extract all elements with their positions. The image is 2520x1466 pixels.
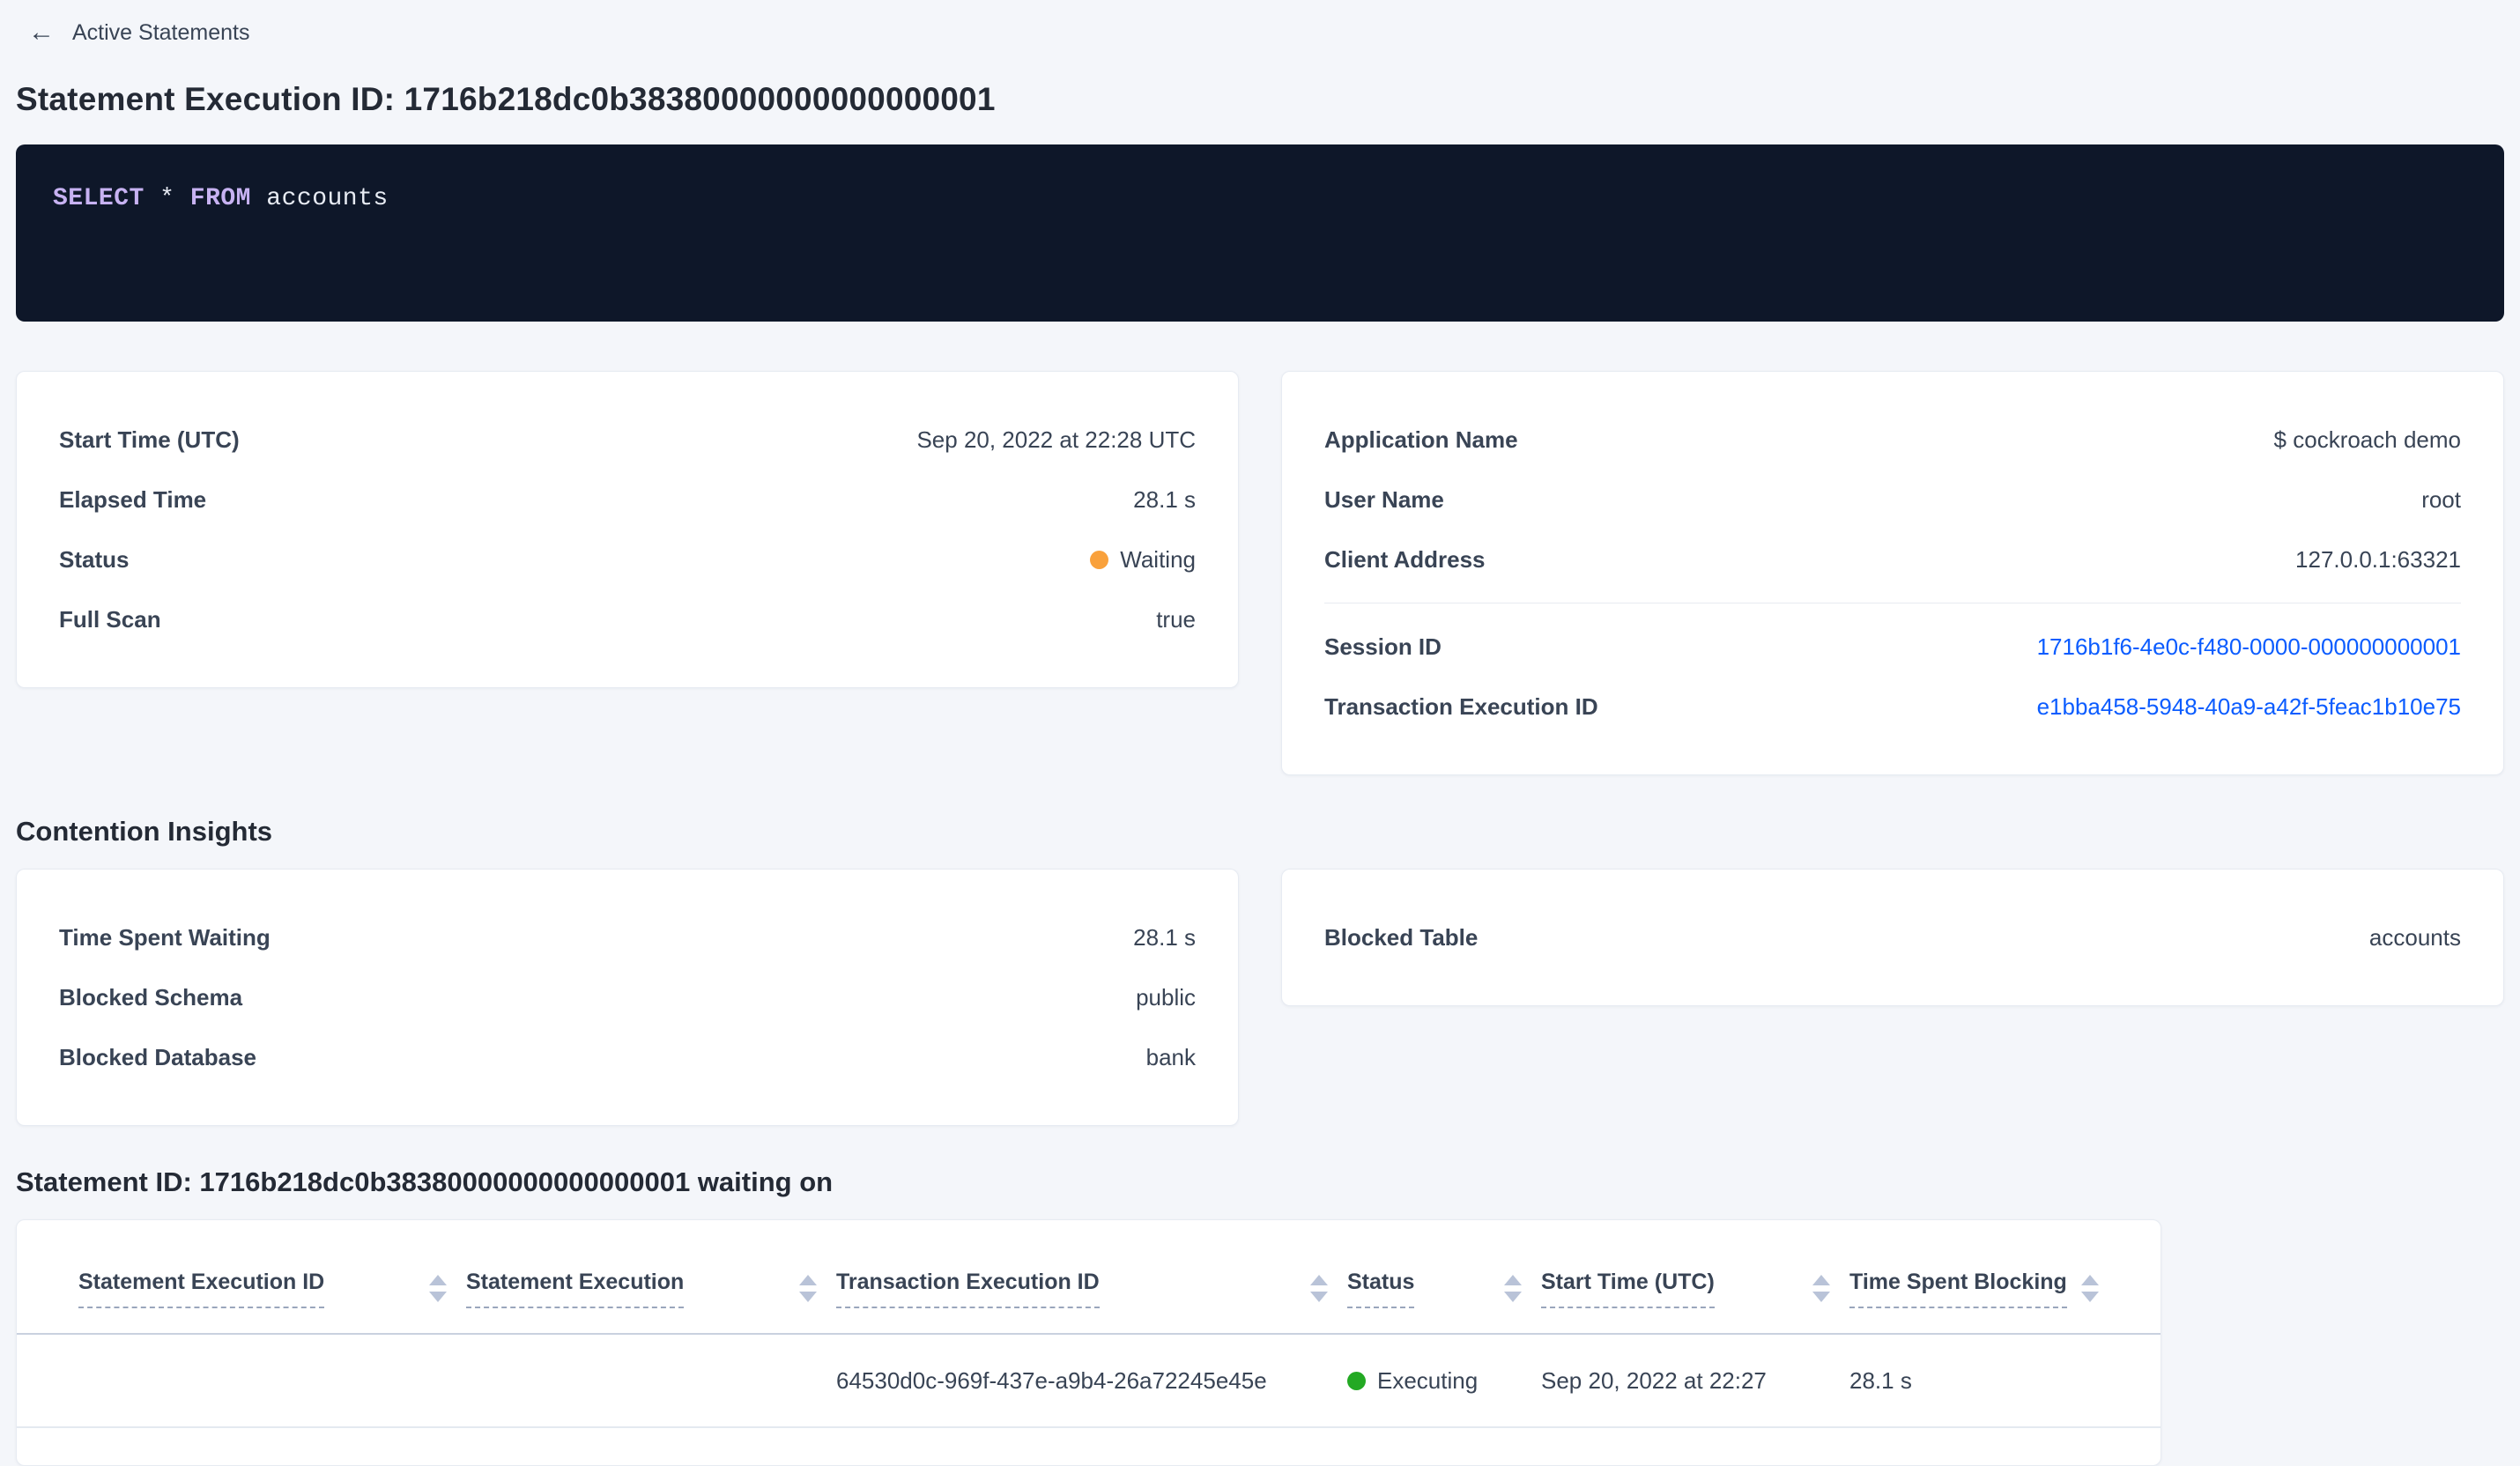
sort-icon — [1504, 1275, 1522, 1302]
full-scan-value: true — [1156, 605, 1196, 633]
client-address-label: Client Address — [1324, 545, 1486, 573]
page-title: Statement Execution ID: 1716b218dc0b3838… — [16, 81, 996, 117]
application-name-row: Application Name $ cockroach demo — [1324, 410, 2461, 470]
blocked-table-row: Blocked Table accounts — [1324, 907, 2461, 967]
elapsed-time-value: 28.1 s — [1133, 485, 1196, 513]
table-header-row: Statement Execution ID Statement Executi… — [17, 1220, 2161, 1335]
user-name-row: User Name root — [1324, 470, 2461, 529]
column-header-statement-execution[interactable]: Statement Execution — [466, 1270, 836, 1333]
overview-cards-row: Start Time (UTC) Sep 20, 2022 at 22:28 U… — [16, 371, 2504, 775]
column-header-time-spent-blocking[interactable]: Time Spent Blocking — [1849, 1270, 2099, 1333]
status-row: Status Waiting — [59, 529, 1196, 589]
start-time-value: Sep 20, 2022 at 22:28 UTC — [916, 426, 1196, 453]
column-header-label: Status — [1347, 1270, 1415, 1308]
status-value: Waiting — [1120, 545, 1196, 573]
sql-statement-box: SELECT * FROM accounts — [16, 144, 2504, 322]
transaction-execution-id-link[interactable]: e1bba458-5948-40a9-a42f-5feac1b10e75 — [2037, 693, 2461, 721]
column-header-status[interactable]: Status — [1347, 1270, 1541, 1333]
cell-status: Executing — [1347, 1367, 1541, 1395]
blocked-database-value: bank — [1145, 1043, 1196, 1070]
time-spent-waiting-label: Time Spent Waiting — [59, 923, 271, 951]
blocked-table-label: Blocked Table — [1324, 923, 1479, 951]
user-name-label: User Name — [1324, 485, 1444, 513]
session-card: Application Name $ cockroach demo User N… — [1281, 371, 2504, 775]
blocked-database-label: Blocked Database — [59, 1043, 256, 1070]
cell-time-spent-blocking: 28.1 s — [1849, 1366, 1912, 1394]
sort-icon — [429, 1275, 447, 1302]
transaction-execution-id-row: Transaction Execution ID e1bba458-5948-4… — [1324, 677, 2461, 737]
application-name-label: Application Name — [1324, 426, 1518, 453]
time-spent-waiting-row: Time Spent Waiting 28.1 s — [59, 907, 1196, 967]
sort-icon — [1812, 1275, 1830, 1302]
contention-insights-heading: Contention Insights — [16, 816, 273, 847]
elapsed-time-label: Elapsed Time — [59, 485, 207, 513]
user-name-value: root — [2421, 485, 2461, 513]
column-header-label: Statement Execution ID — [78, 1270, 325, 1308]
session-id-link[interactable]: 1716b1f6-4e0c-f480-0000-000000000001 — [2037, 633, 2461, 661]
status-label: Status — [59, 545, 130, 573]
sort-icon — [1310, 1275, 1328, 1302]
sql-keyword: SELECT — [53, 185, 145, 212]
start-time-label: Start Time (UTC) — [59, 426, 240, 453]
contention-cards-row: Time Spent Waiting 28.1 s Blocked Schema… — [16, 869, 2504, 1126]
back-link[interactable]: ← Active Statements — [28, 19, 249, 46]
executing-status-dot-icon — [1347, 1371, 1366, 1390]
sort-icon — [799, 1275, 817, 1302]
sql-operator: * — [159, 185, 175, 212]
full-scan-label: Full Scan — [59, 605, 161, 633]
statement-execution-page: ← Active Statements Statement Execution … — [0, 0, 2520, 1466]
blocked-schema-label: Blocked Schema — [59, 983, 243, 1011]
column-header-label: Statement Execution — [466, 1270, 685, 1308]
overview-card: Start Time (UTC) Sep 20, 2022 at 22:28 U… — [16, 371, 1239, 688]
waiting-statements-table: Statement Execution ID Statement Executi… — [16, 1219, 2161, 1466]
full-scan-row: Full Scan true — [59, 589, 1196, 649]
time-spent-waiting-value: 28.1 s — [1133, 923, 1196, 951]
arrow-left-icon: ← — [28, 18, 55, 47]
sort-icon — [2081, 1275, 2099, 1302]
transaction-execution-id-label: Transaction Execution ID — [1324, 692, 1598, 720]
table-row: 64530d0c-969f-437e-a9b4-26a72245e45e Exe… — [17, 1335, 2161, 1428]
blocked-table-card: Blocked Table accounts — [1281, 869, 2504, 1006]
column-header-label: Time Spent Blocking — [1849, 1270, 2067, 1308]
status-badge: Waiting — [1090, 546, 1196, 574]
client-address-value: 127.0.0.1:63321 — [2295, 545, 2461, 573]
sql-table-name: accounts — [266, 185, 389, 212]
blocked-database-row: Blocked Database bank — [59, 1027, 1196, 1087]
column-header-start-time[interactable]: Start Time (UTC) — [1541, 1270, 1849, 1333]
blocked-schema-row: Blocked Schema public — [59, 967, 1196, 1027]
application-name-value: $ cockroach demo — [2273, 426, 2461, 453]
column-header-label: Start Time (UTC) — [1541, 1270, 1715, 1308]
blocked-table-value: accounts — [2368, 923, 2461, 951]
column-header-transaction-execution-id[interactable]: Transaction Execution ID — [836, 1270, 1347, 1333]
start-time-row: Start Time (UTC) Sep 20, 2022 at 22:28 U… — [59, 410, 1196, 470]
back-link-label: Active Statements — [72, 19, 250, 45]
session-id-row: Session ID 1716b1f6-4e0c-f480-0000-00000… — [1324, 617, 2461, 677]
cell-transaction-execution-id: 64530d0c-969f-437e-a9b4-26a72245e45e — [836, 1366, 1267, 1394]
contention-details-card: Time Spent Waiting 28.1 s Blocked Schema… — [16, 869, 1239, 1126]
elapsed-time-row: Elapsed Time 28.1 s — [59, 470, 1196, 529]
client-address-row: Client Address 127.0.0.1:63321 — [1324, 529, 2461, 589]
cell-status-value: Executing — [1377, 1366, 1479, 1394]
cell-start-time: Sep 20, 2022 at 22:27 — [1541, 1366, 1767, 1394]
column-header-label: Transaction Execution ID — [836, 1270, 1100, 1308]
sql-keyword: FROM — [189, 185, 251, 212]
waiting-on-heading: Statement ID: 1716b218dc0b38380000000000… — [16, 1166, 834, 1197]
column-header-statement-execution-id[interactable]: Statement Execution ID — [78, 1270, 466, 1333]
waiting-status-dot-icon — [1090, 550, 1109, 569]
session-id-label: Session ID — [1324, 633, 1442, 660]
blocked-schema-value: public — [1136, 983, 1196, 1011]
